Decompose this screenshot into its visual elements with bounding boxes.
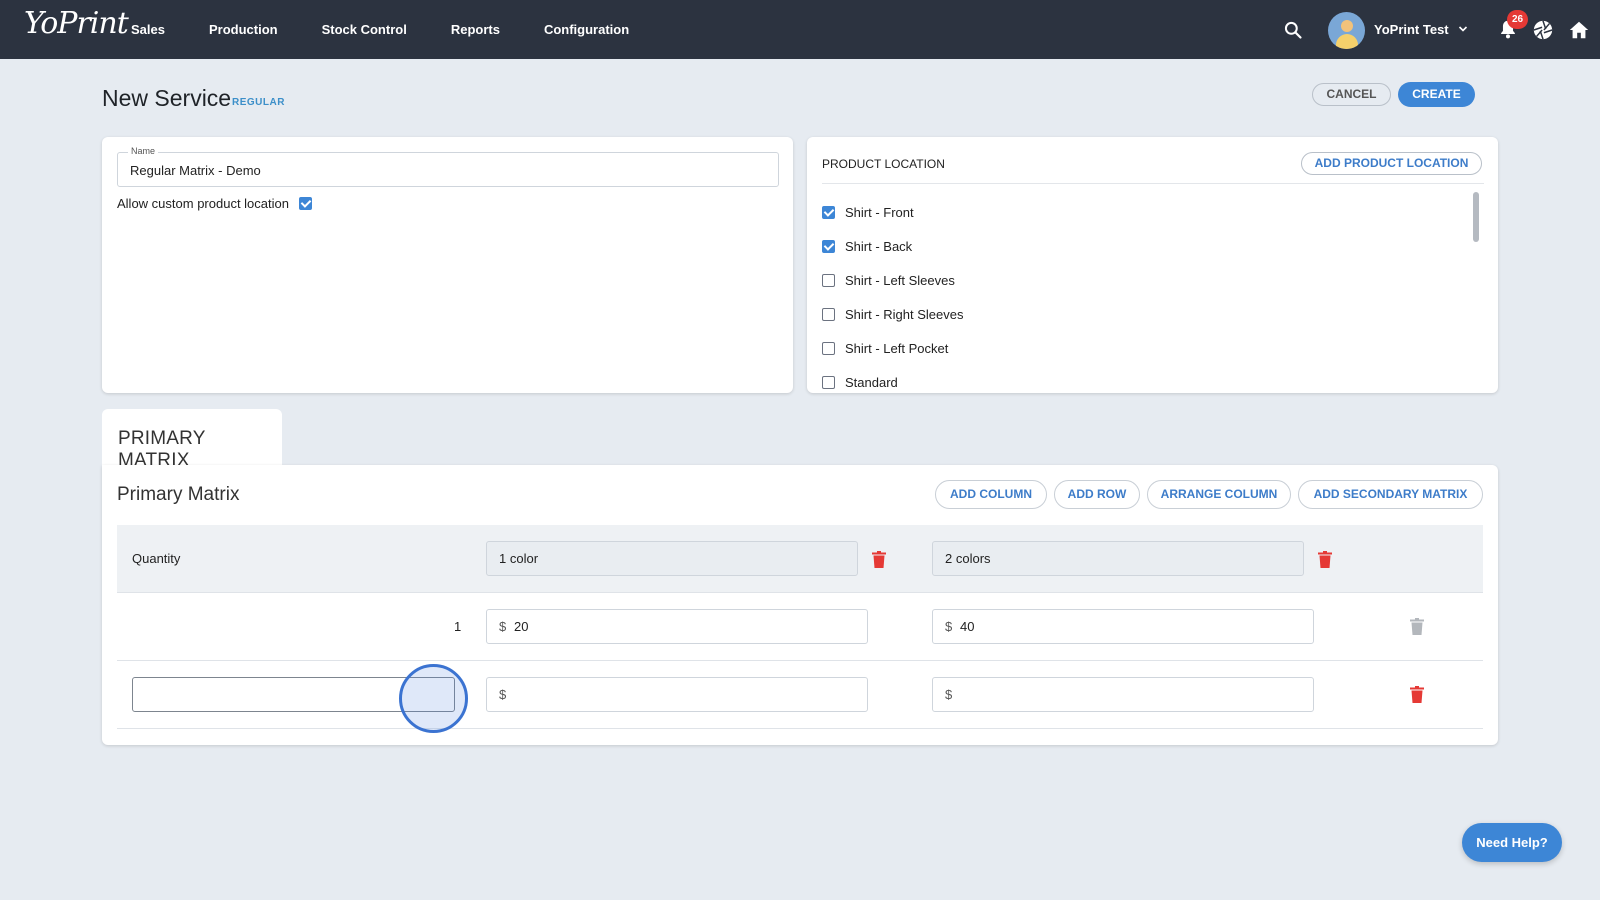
product-location-scrollbar[interactable] — [1473, 192, 1479, 242]
avatar-body — [1336, 34, 1358, 49]
location-label: Shirt - Right Sleeves — [845, 306, 964, 322]
location-checkbox[interactable] — [822, 341, 835, 355]
table-row: $ $ — [117, 661, 1483, 729]
price-input[interactable]: $ 20 — [486, 609, 868, 644]
primary-matrix-card: Primary Matrix ADD COLUMN ADD ROW ARRANG… — [102, 465, 1498, 745]
location-label: Standard — [845, 374, 898, 390]
product-location-item[interactable]: Shirt - Left Sleeves — [822, 263, 964, 297]
chevron-down-icon[interactable] — [1458, 24, 1468, 34]
row-quantity: 1 — [454, 619, 462, 634]
quantity-header: Quantity — [132, 551, 181, 566]
click-indicator — [399, 664, 468, 733]
column-name-input[interactable]: 1 color — [486, 541, 858, 576]
nav-item-stock-control[interactable]: Stock Control — [322, 22, 407, 37]
product-location-item[interactable]: Standard — [822, 365, 964, 393]
location-checkbox[interactable] — [822, 307, 835, 321]
product-location-list: Shirt - Front Shirt - Back Shirt - Left … — [822, 195, 964, 393]
notification-badge: 26 — [1507, 10, 1528, 29]
currency-symbol: $ — [945, 687, 953, 702]
product-location-item[interactable]: Shirt - Right Sleeves — [822, 297, 964, 331]
trash-icon[interactable] — [872, 551, 886, 568]
price-value: 40 — [960, 619, 975, 634]
service-name-label: Name — [128, 146, 159, 156]
tab-primary-matrix[interactable]: PRIMARY MATRIX — [102, 409, 282, 471]
currency-symbol: $ — [499, 619, 507, 634]
divider — [822, 183, 1484, 184]
allow-custom-location-row: Allow custom product location — [117, 196, 312, 211]
product-location-item[interactable]: Shirt - Back — [822, 229, 964, 263]
add-product-location-button[interactable]: ADD PRODUCT LOCATION — [1301, 152, 1482, 175]
location-label: Shirt - Front — [845, 204, 914, 220]
trash-icon[interactable] — [1410, 686, 1424, 703]
user-name[interactable]: YoPrint Test — [1374, 22, 1449, 37]
location-label: Shirt - Back — [845, 238, 913, 254]
need-help-button[interactable]: Need Help? — [1462, 823, 1562, 862]
nav-item-reports[interactable]: Reports — [451, 22, 500, 37]
trash-icon[interactable] — [1318, 551, 1332, 568]
nav-item-configuration[interactable]: Configuration — [544, 22, 629, 37]
matrix-title: Primary Matrix — [117, 484, 240, 505]
add-secondary-matrix-button[interactable]: ADD SECONDARY MATRIX — [1298, 480, 1483, 509]
add-row-button[interactable]: ADD ROW — [1054, 480, 1140, 509]
user-avatar[interactable] — [1328, 12, 1365, 49]
create-button[interactable]: CREATE — [1398, 82, 1475, 107]
service-details-card: Name Regular Matrix - Demo Allow custom … — [102, 137, 793, 393]
price-input[interactable]: $ 40 — [932, 609, 1314, 644]
allow-custom-location-checkbox[interactable] — [298, 197, 312, 210]
location-checkbox[interactable] — [822, 273, 835, 287]
nav-item-production[interactable]: Production — [209, 22, 278, 37]
add-column-button[interactable]: ADD COLUMN — [935, 480, 1047, 509]
matrix-header-row: Quantity 1 color 2 colors — [117, 525, 1483, 593]
product-location-item[interactable]: Shirt - Left Pocket — [822, 331, 964, 365]
page-title: New Service — [102, 85, 232, 111]
allow-custom-location-label: Allow custom product location — [117, 196, 289, 211]
location-label: Shirt - Left Pocket — [845, 340, 949, 356]
cancel-button[interactable]: CANCEL — [1312, 83, 1391, 106]
price-input[interactable]: $ — [932, 677, 1314, 712]
currency-symbol: $ — [499, 687, 507, 702]
price-value: 20 — [514, 619, 529, 634]
product-location-card: PRODUCT LOCATION ADD PRODUCT LOCATION Sh… — [807, 137, 1498, 393]
column-name-input[interactable]: 2 colors — [932, 541, 1304, 576]
service-type-tag: REGULAR — [232, 97, 285, 108]
product-location-item[interactable]: Shirt - Front — [822, 195, 964, 229]
currency-symbol: $ — [945, 619, 953, 634]
product-location-title: PRODUCT LOCATION — [822, 157, 945, 171]
arrange-column-button[interactable]: ARRANGE COLUMN — [1147, 480, 1291, 509]
location-checkbox[interactable] — [822, 205, 835, 219]
home-icon[interactable] — [1568, 19, 1590, 41]
aperture-icon[interactable] — [1532, 19, 1554, 41]
price-input[interactable]: $ — [486, 677, 868, 712]
nav-item-sales[interactable]: Sales — [131, 22, 165, 37]
avatar-head — [1341, 20, 1353, 32]
trash-icon[interactable] — [1410, 618, 1424, 635]
search-icon[interactable] — [1283, 20, 1303, 40]
location-label: Shirt - Left Sleeves — [845, 272, 955, 288]
table-row: 1 $ 20 $ 40 — [117, 593, 1483, 661]
service-name-field[interactable]: Name Regular Matrix - Demo — [117, 146, 779, 187]
location-checkbox[interactable] — [822, 239, 835, 253]
service-name-value[interactable]: Regular Matrix - Demo — [130, 163, 261, 178]
main-nav: Sales Production Stock Control Reports C… — [131, 0, 673, 59]
app-logo[interactable]: YoPrint — [24, 6, 129, 41]
top-navigation-bar: YoPrint Sales Production Stock Control R… — [0, 0, 1600, 59]
location-checkbox[interactable] — [822, 375, 835, 389]
